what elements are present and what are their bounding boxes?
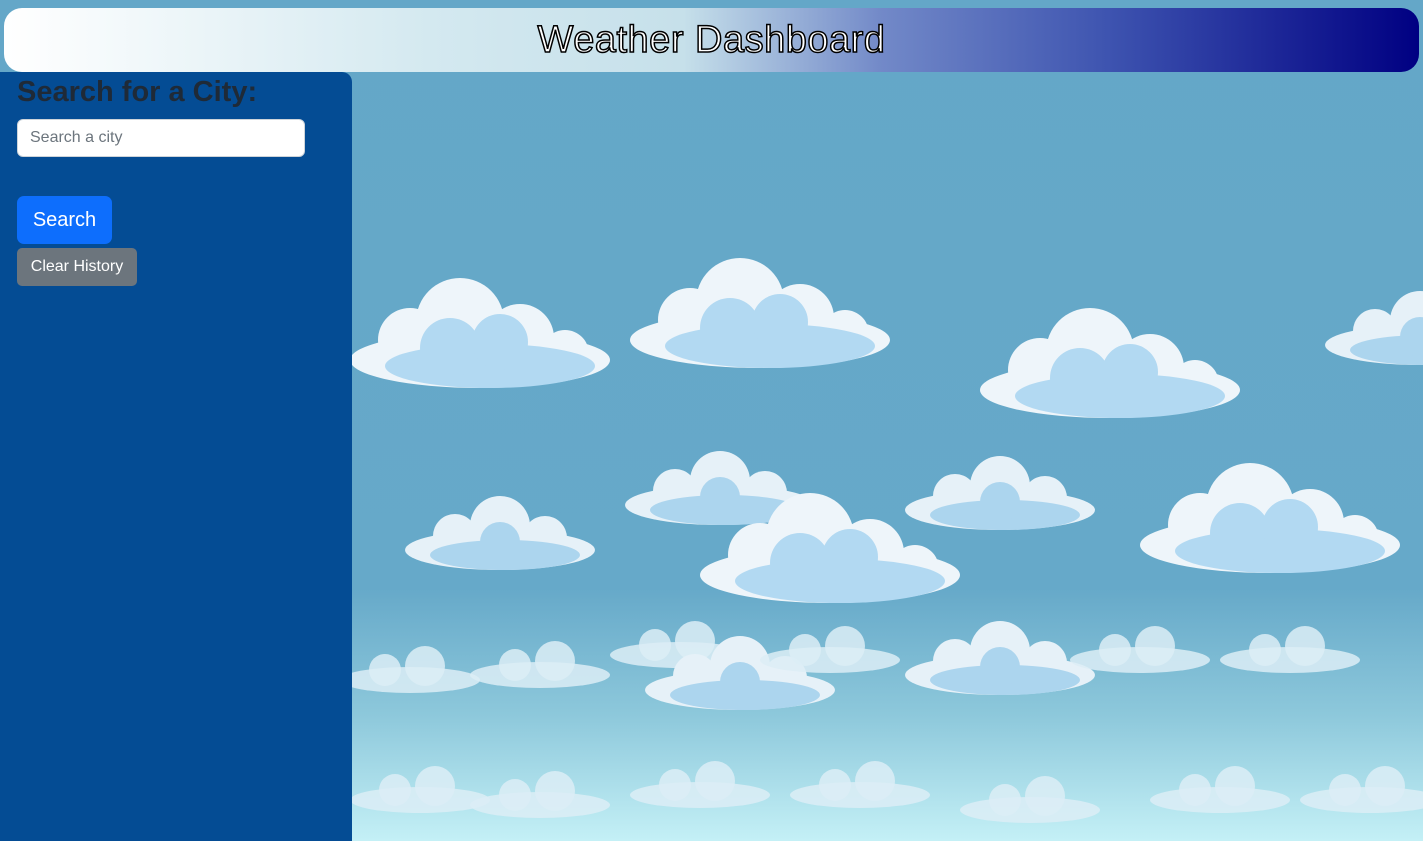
app-header: Weather Dashboard [4, 8, 1419, 72]
search-sidebar: Search for a City: Search Clear History [0, 72, 352, 841]
search-button[interactable]: Search [17, 196, 112, 244]
page-title: Weather Dashboard [537, 18, 886, 62]
search-heading: Search for a City: [17, 76, 258, 108]
clear-history-button[interactable]: Clear History [17, 248, 137, 286]
city-search-input[interactable] [17, 119, 305, 157]
